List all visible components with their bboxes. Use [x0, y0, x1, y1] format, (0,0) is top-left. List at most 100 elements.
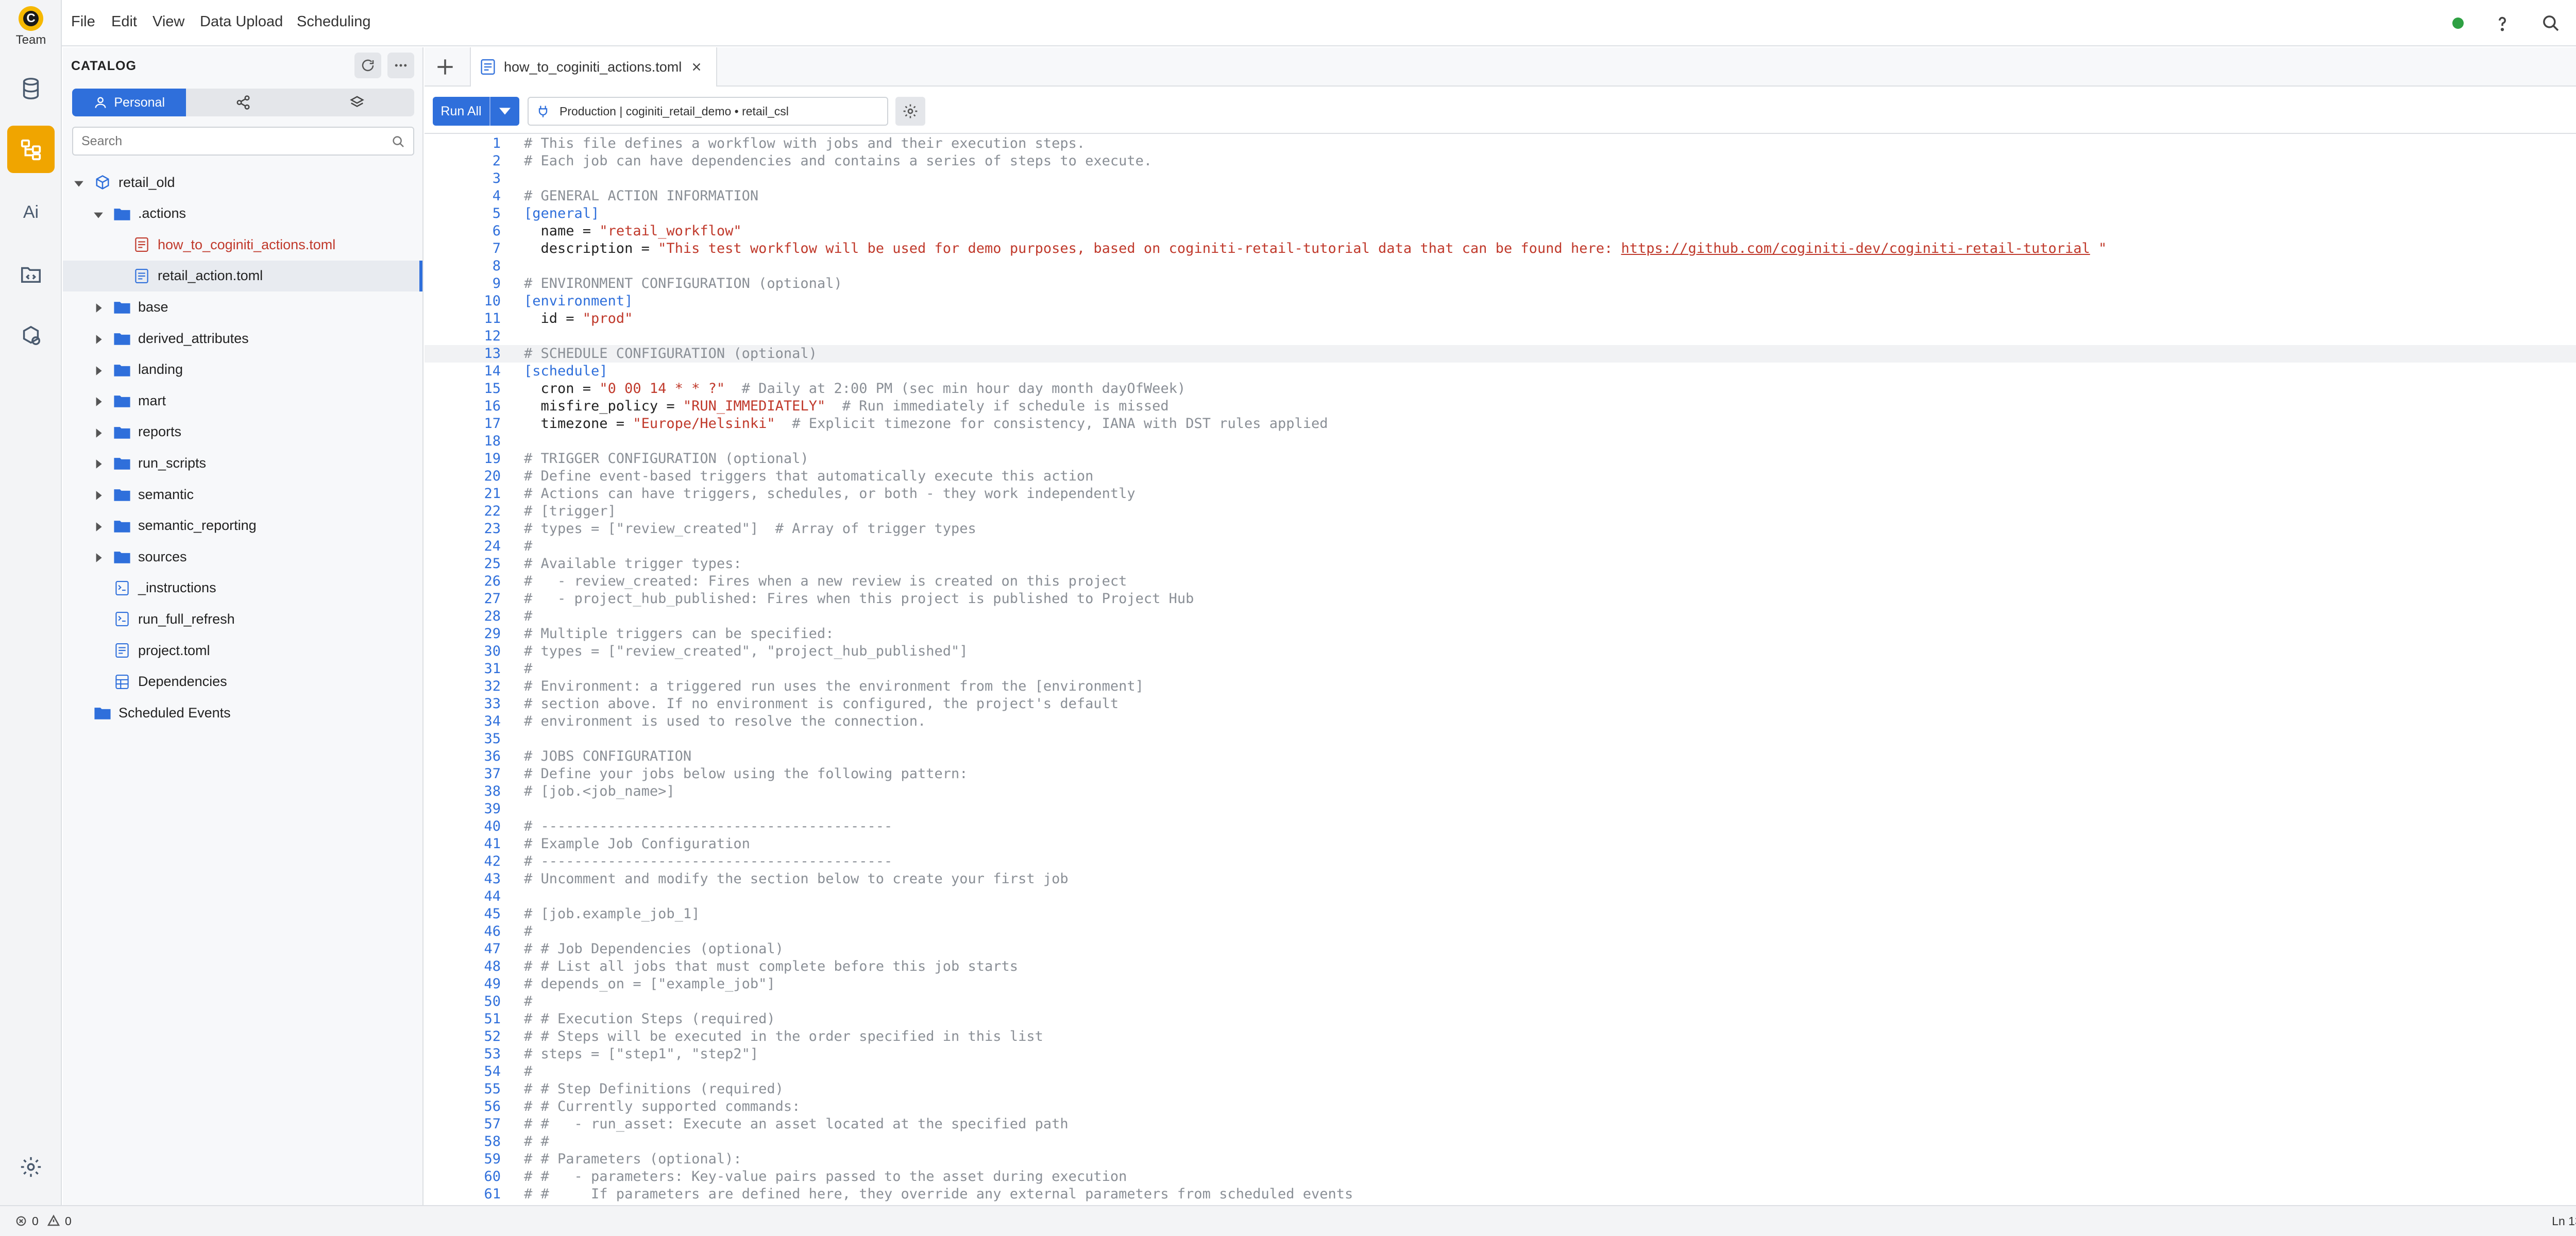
- code-line[interactable]: 33 # section above. If no environment is …: [425, 695, 2576, 713]
- run-options-dropdown[interactable]: [489, 97, 519, 126]
- code-line[interactable]: 35: [425, 730, 2576, 748]
- tree-file-item[interactable]: run_full_refresh: [63, 604, 422, 634]
- code-line[interactable]: 59 # # Parameters (optional):: [425, 1151, 2576, 1168]
- menu-edit[interactable]: Edit: [111, 13, 137, 30]
- code-line[interactable]: 14 [schedule]: [425, 363, 2576, 380]
- search-icon[interactable]: [2540, 12, 2562, 34]
- expand-toggle[interactable]: [93, 426, 104, 438]
- editor-settings-icon[interactable]: [895, 97, 925, 126]
- close-tab-icon[interactable]: [691, 61, 702, 73]
- menu-data-upload[interactable]: Data Upload: [200, 13, 283, 30]
- tree-file-item[interactable]: retail_action.toml: [63, 260, 422, 291]
- settings-gear-icon[interactable]: [7, 1143, 55, 1191]
- code-line[interactable]: 22 # [trigger]: [425, 503, 2576, 520]
- tree-folder-item[interactable]: semantic_reporting: [63, 510, 422, 541]
- code-line[interactable]: 7 description = "This test workflow will…: [425, 240, 2576, 258]
- code-line[interactable]: 27 # - project_hub_published: Fires when …: [425, 590, 2576, 608]
- code-line[interactable]: 8: [425, 258, 2576, 275]
- error-count[interactable]: 0: [32, 1214, 39, 1228]
- tree-file-item[interactable]: _instructions: [63, 573, 422, 604]
- code-line[interactable]: 3: [425, 170, 2576, 187]
- tree-folder-item[interactable]: Scheduled Events: [63, 697, 422, 728]
- expand-toggle[interactable]: [93, 301, 104, 313]
- warning-count[interactable]: 0: [65, 1214, 72, 1228]
- editor-tab[interactable]: how_to_coginiti_actions.toml: [470, 47, 717, 87]
- code-line[interactable]: 16 misfire_policy = "RUN_IMMEDIATELY" # …: [425, 398, 2576, 415]
- code-line[interactable]: 43 # Uncomment and modify the section bel…: [425, 870, 2576, 888]
- code-line[interactable]: 58 # #: [425, 1133, 2576, 1151]
- code-line[interactable]: 41 # Example Job Configuration: [425, 835, 2576, 853]
- code-line[interactable]: 34 # environment is used to resolve the c…: [425, 713, 2576, 730]
- code-line[interactable]: 48 # # List all jobs that must complete b…: [425, 958, 2576, 975]
- code-line[interactable]: 51 # # Execution Steps (required): [425, 1010, 2576, 1028]
- code-line[interactable]: 40 # ------------------------------------…: [425, 818, 2576, 835]
- code-line[interactable]: 52 # # Steps will be executed in the orde…: [425, 1028, 2576, 1045]
- code-line[interactable]: 29 # Multiple triggers can be specified:: [425, 625, 2576, 643]
- code-line[interactable]: 46 #: [425, 923, 2576, 940]
- code-line[interactable]: 47 # # Job Dependencies (optional): [425, 940, 2576, 958]
- expand-toggle[interactable]: [93, 551, 104, 562]
- expand-toggle[interactable]: [93, 395, 104, 406]
- code-line[interactable]: 32 # Environment: a triggered run uses th…: [425, 678, 2576, 695]
- code-line[interactable]: 6 name = "retail_workflow": [425, 222, 2576, 240]
- expand-toggle[interactable]: [93, 489, 104, 500]
- code-line[interactable]: 28 #: [425, 608, 2576, 625]
- tree-file-item[interactable]: how_to_coginiti_actions.toml: [63, 229, 422, 260]
- tree-folder-item[interactable]: semantic: [63, 479, 422, 510]
- menu-file[interactable]: File: [71, 13, 95, 30]
- code-line[interactable]: 57 # # - run_asset: Execute an asset loca…: [425, 1115, 2576, 1133]
- catalog-search[interactable]: [72, 127, 414, 156]
- tree-folder-item[interactable]: landing: [63, 354, 422, 385]
- connection-selector[interactable]: Production | coginiti_retail_demo • reta…: [528, 97, 888, 126]
- tree-folder-item[interactable]: derived_attributes: [63, 323, 422, 354]
- code-line[interactable]: 42 # ------------------------------------…: [425, 853, 2576, 870]
- menu-view[interactable]: View: [152, 13, 184, 30]
- tree-file-item[interactable]: Dependencies: [63, 666, 422, 697]
- expand-toggle[interactable]: [93, 457, 104, 469]
- tree-folder-item[interactable]: reports: [63, 417, 422, 448]
- code-line[interactable]: 44: [425, 888, 2576, 905]
- code-line[interactable]: 21 # Actions can have triggers, schedules…: [425, 485, 2576, 503]
- new-tab-plus-icon[interactable]: [434, 56, 456, 78]
- code-line[interactable]: 54 #: [425, 1063, 2576, 1080]
- code-line[interactable]: 2 # Each job can have dependencies and co…: [425, 152, 2576, 170]
- catalog-icon[interactable]: [7, 126, 55, 173]
- tab-personal[interactable]: Personal: [72, 89, 187, 116]
- code-line[interactable]: 13 # SCHEDULE CONFIGURATION (optional): [425, 345, 2576, 363]
- code-line[interactable]: 5 [general]: [425, 205, 2576, 222]
- tree-file-item[interactable]: project.toml: [63, 635, 422, 666]
- tree-folder-item[interactable]: sources: [63, 541, 422, 572]
- catalog-search-input[interactable]: [73, 128, 372, 154]
- run-all-button[interactable]: Run All: [433, 97, 519, 126]
- more-options-icon[interactable]: [387, 53, 414, 78]
- code-line[interactable]: 26 # - review_created: Fires when a new r…: [425, 573, 2576, 590]
- code-line[interactable]: 9 # ENVIRONMENT CONFIGURATION (optional): [425, 275, 2576, 293]
- code-line[interactable]: 61 # # If parameters are defined here, th…: [425, 1186, 2576, 1203]
- code-line[interactable]: 39: [425, 800, 2576, 818]
- code-line[interactable]: 60 # # - parameters: Key-value pairs pass…: [425, 1168, 2576, 1186]
- code-line[interactable]: 55 # # Step Definitions (required): [425, 1080, 2576, 1098]
- code-line[interactable]: 25 # Available trigger types:: [425, 555, 2576, 573]
- code-line[interactable]: 24 #: [425, 538, 2576, 555]
- code-line[interactable]: 37 # Define your jobs below using the fol…: [425, 765, 2576, 783]
- expand-toggle[interactable]: [73, 177, 84, 188]
- tree-folder-item[interactable]: .actions: [63, 198, 422, 229]
- code-line[interactable]: 53 # steps = ["step1", "step2"]: [425, 1045, 2576, 1063]
- tree-folder-item[interactable]: run_scripts: [63, 448, 422, 478]
- code-line[interactable]: 18: [425, 433, 2576, 450]
- tree-folder-item[interactable]: mart: [63, 385, 422, 416]
- code-line[interactable]: 1 # This file defines a workflow with job…: [425, 135, 2576, 152]
- tab-project-hub[interactable]: [300, 89, 414, 116]
- code-line[interactable]: 30 # types = ["review_created", "project_…: [425, 643, 2576, 660]
- code-line[interactable]: 17 timezone = "Europe/Helsinki" # Explic…: [425, 415, 2576, 433]
- code-line[interactable]: 4 # GENERAL ACTION INFORMATION: [425, 187, 2576, 205]
- database-icon[interactable]: [7, 65, 55, 112]
- code-line[interactable]: 20 # Define event-based triggers that aut…: [425, 468, 2576, 485]
- scheduler-icon[interactable]: [7, 250, 55, 298]
- code-line[interactable]: 12: [425, 328, 2576, 345]
- code-line[interactable]: 19 # TRIGGER CONFIGURATION (optional): [425, 450, 2576, 468]
- code-line[interactable]: 11 id = "prod": [425, 310, 2576, 328]
- code-line[interactable]: 56 # # Currently supported commands:: [425, 1098, 2576, 1115]
- tree-folder-item[interactable]: base: [63, 291, 422, 322]
- tab-shared[interactable]: [186, 89, 300, 116]
